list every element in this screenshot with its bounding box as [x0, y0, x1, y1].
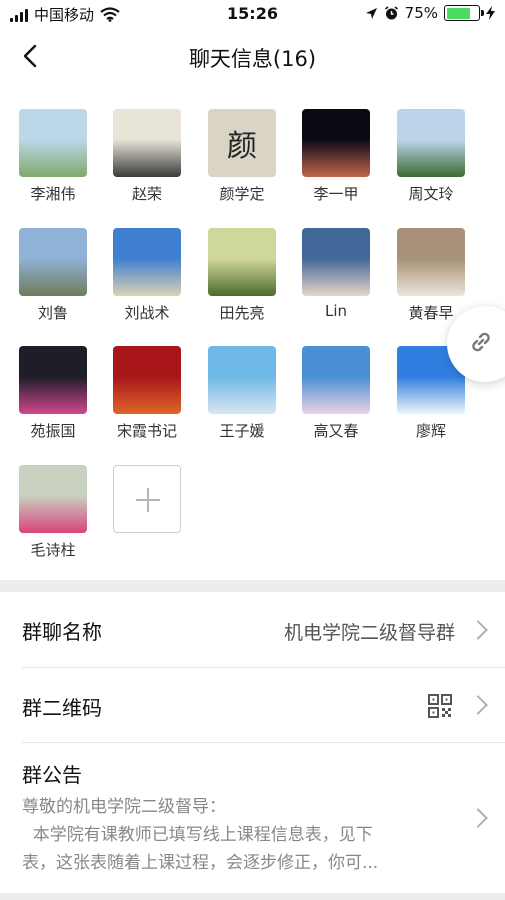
avatar: [19, 109, 87, 177]
notice-line: 表，这张表随着上课过程，会逐步修正，你可...: [22, 853, 379, 873]
add-member-button[interactable]: [113, 465, 181, 533]
chevron-right-icon: [468, 808, 488, 828]
avatar: [397, 228, 465, 296]
avatar: [302, 346, 370, 414]
notice-line: 尊敬的机电学院二级督导：: [22, 797, 226, 817]
battery-icon: [444, 5, 484, 21]
avatar: [302, 228, 370, 296]
link-icon: [472, 332, 490, 352]
member-item[interactable]: 赵荣: [102, 109, 192, 204]
member-item[interactable]: 苑振国: [8, 346, 98, 441]
member-name: 周文玲: [408, 185, 454, 203]
qr-code-icon: [428, 694, 452, 718]
avatar: [19, 346, 87, 414]
settings-list: 群聊名称 机电学院二级督导群 群二维码 群公告 尊敬的机电学院二级督导： 本学院…: [0, 592, 505, 893]
location-arrow-icon: [365, 7, 377, 19]
avatar: [19, 465, 87, 533]
member-name: 宋霞书记: [116, 422, 177, 440]
group-notice-label: 群公告: [22, 763, 82, 787]
member-name: Lin: [324, 302, 348, 320]
member-name: 廖辉: [415, 422, 446, 440]
page-title: 聊天信息(16): [188, 47, 317, 71]
battery-level: [446, 7, 470, 19]
group-qr-row[interactable]: 群二维码: [0, 668, 505, 742]
member-name: 李一甲: [313, 185, 359, 203]
avatar: 颜: [208, 109, 276, 177]
group-qr-label: 群二维码: [22, 696, 102, 720]
member-name: 刘鲁: [37, 304, 68, 322]
member-name: 王子媛: [219, 422, 265, 440]
avatar: [208, 228, 276, 296]
member-item[interactable]: 黄春早: [386, 228, 476, 323]
avatar: [397, 109, 465, 177]
group-name-label: 群聊名称: [22, 620, 102, 644]
member-name: 赵荣: [131, 185, 162, 203]
member-name: 苑振国: [30, 422, 76, 440]
member-item[interactable]: 周文玲: [386, 109, 476, 204]
member-item[interactable]: 高又春: [291, 346, 381, 441]
chevron-right-icon: [468, 620, 488, 640]
avatar: [19, 228, 87, 296]
charging-icon: [486, 6, 495, 20]
battery-percent: 75%: [404, 4, 438, 22]
member-item[interactable]: 刘鲁: [8, 228, 98, 323]
member-grid: 李湘伟 赵荣颜颜学定 李一甲 周文玲 刘鲁 刘战术 田先亮 Lin 黄春早 苑振国 宋霞书记 王子媛高…: [0, 86, 505, 580]
member-item[interactable]: 毛诗柱: [8, 465, 98, 560]
member-item[interactable]: 田先亮: [197, 228, 287, 323]
notice-line: 本学院有课教师已填写线上课程信息表，见下: [22, 825, 373, 845]
avatar: [208, 346, 276, 414]
status-bar: 中国移动 15:26 75%: [0, 0, 505, 28]
member-name: 李湘伟: [30, 185, 76, 203]
avatar: [113, 109, 181, 177]
avatar: [302, 109, 370, 177]
group-notice-row[interactable]: 群公告 尊敬的机电学院二级督导： 本学院有课教师已填写线上课程信息表，见下 表，…: [0, 743, 505, 893]
avatar-text: 颜: [227, 129, 257, 164]
member-name: 田先亮: [219, 304, 265, 322]
group-notice-text: 尊敬的机电学院二级督导： 本学院有课教师已填写线上课程信息表，见下 表，这张表随…: [22, 793, 462, 877]
member-item[interactable]: 宋霞书记: [102, 346, 192, 441]
member-name: 颜学定: [219, 185, 265, 203]
group-name-value: 机电学院二级督导群: [283, 622, 455, 644]
member-item[interactable]: 李一甲: [291, 109, 381, 204]
navigation-bar: 聊天信息(16): [0, 28, 505, 86]
avatar: [113, 346, 181, 414]
status-right: 75%: [365, 4, 495, 22]
group-name-row[interactable]: 群聊名称 机电学院二级督导群: [0, 592, 505, 667]
member-item[interactable]: 刘战术: [102, 228, 192, 323]
member-name: 刘战术: [124, 304, 170, 322]
alarm-icon: [384, 5, 398, 19]
member-item[interactable]: 王子媛: [197, 346, 287, 441]
chevron-right-icon: [468, 695, 488, 715]
member-item[interactable]: 李湘伟: [8, 109, 98, 204]
member-item[interactable]: Lin: [291, 228, 381, 320]
avatar: [113, 228, 181, 296]
member-name: 高又春: [313, 422, 359, 440]
member-item[interactable]: 颜颜学定: [197, 109, 287, 204]
member-name: 毛诗柱: [30, 541, 76, 559]
